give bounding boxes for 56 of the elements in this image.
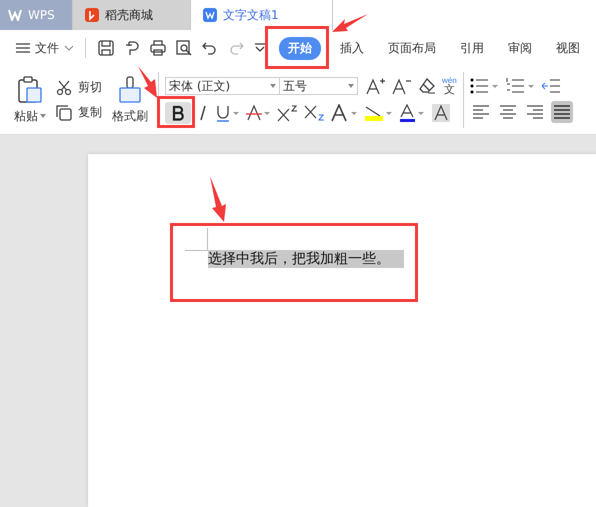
subscript-icon[interactable] bbox=[304, 104, 326, 122]
paintbrush-icon bbox=[117, 76, 143, 104]
font-color-icon[interactable] bbox=[399, 104, 427, 122]
strikethrough-icon[interactable] bbox=[246, 104, 272, 122]
font-size-value: 五号 bbox=[283, 78, 307, 94]
print-preview-icon[interactable] bbox=[176, 40, 192, 56]
highlight-frame bbox=[157, 96, 195, 128]
annotation-arrow bbox=[332, 14, 368, 34]
paste-button[interactable]: 粘贴 bbox=[10, 76, 50, 124]
ribbon-tab[interactable]: 引用 bbox=[449, 36, 495, 60]
save-icon[interactable] bbox=[98, 40, 114, 56]
align-button[interactable] bbox=[550, 101, 573, 123]
bold-icon[interactable] bbox=[165, 102, 191, 124]
export-icon[interactable] bbox=[124, 40, 140, 56]
annotation-arrow bbox=[207, 176, 227, 222]
caret-icon bbox=[40, 114, 46, 118]
font-name-dropdown[interactable]: 宋体 (正文) bbox=[165, 77, 280, 95]
copy-button[interactable]: 复制 bbox=[54, 104, 104, 121]
text-effect-icon[interactable] bbox=[331, 104, 359, 122]
document-text: 选择中我后，把我加粗一些。 bbox=[208, 250, 404, 268]
undo-icon[interactable] bbox=[202, 40, 218, 56]
chevron-down-icon bbox=[64, 45, 74, 51]
document-icon bbox=[203, 8, 217, 22]
wps-logo-icon bbox=[8, 9, 22, 21]
paste-icon bbox=[17, 76, 43, 104]
superscript-icon[interactable] bbox=[277, 104, 299, 122]
font-size-dropdown[interactable]: 五号 bbox=[279, 77, 358, 95]
numbered-list-icon[interactable] bbox=[506, 77, 536, 95]
underline-icon[interactable] bbox=[215, 104, 241, 122]
print-icon[interactable] bbox=[150, 40, 166, 56]
caret-icon bbox=[270, 84, 276, 88]
phonetic-guide-button[interactable]: wén 文 bbox=[442, 76, 457, 96]
grow-font-icon[interactable] bbox=[366, 77, 386, 95]
eraser-icon[interactable] bbox=[418, 78, 436, 94]
highlight-frame bbox=[265, 26, 329, 69]
bullet-list-icon[interactable] bbox=[470, 77, 500, 95]
shrink-font-icon[interactable] bbox=[392, 77, 412, 95]
annotation-arrow bbox=[138, 66, 158, 98]
decrease-indent-icon[interactable] bbox=[542, 77, 560, 95]
font-name-value: 宋体 (正文) bbox=[169, 78, 230, 94]
store-logo-icon bbox=[85, 8, 99, 22]
copy-icon bbox=[56, 104, 72, 120]
file-menu[interactable]: 文件 bbox=[12, 40, 78, 56]
scissors-icon bbox=[56, 80, 72, 96]
caret-icon bbox=[348, 84, 354, 88]
window-tab[interactable]: 稻壳商城 bbox=[73, 0, 191, 30]
customize-caret-icon[interactable] bbox=[254, 43, 266, 53]
format-painter-button[interactable]: 格式刷 bbox=[108, 76, 152, 124]
cut-button[interactable]: 剪切 bbox=[54, 79, 104, 96]
menu-icon bbox=[16, 43, 30, 53]
ribbon-tab[interactable]: 插入 bbox=[329, 36, 375, 60]
ribbon-tab[interactable]: 视图 bbox=[545, 36, 591, 60]
ribbon-tab[interactable]: 审阅 bbox=[497, 36, 543, 60]
character-shading-icon[interactable] bbox=[432, 104, 450, 122]
highlighter-icon[interactable] bbox=[364, 104, 394, 122]
ribbon-tab[interactable]: 页面布局 bbox=[377, 36, 447, 60]
